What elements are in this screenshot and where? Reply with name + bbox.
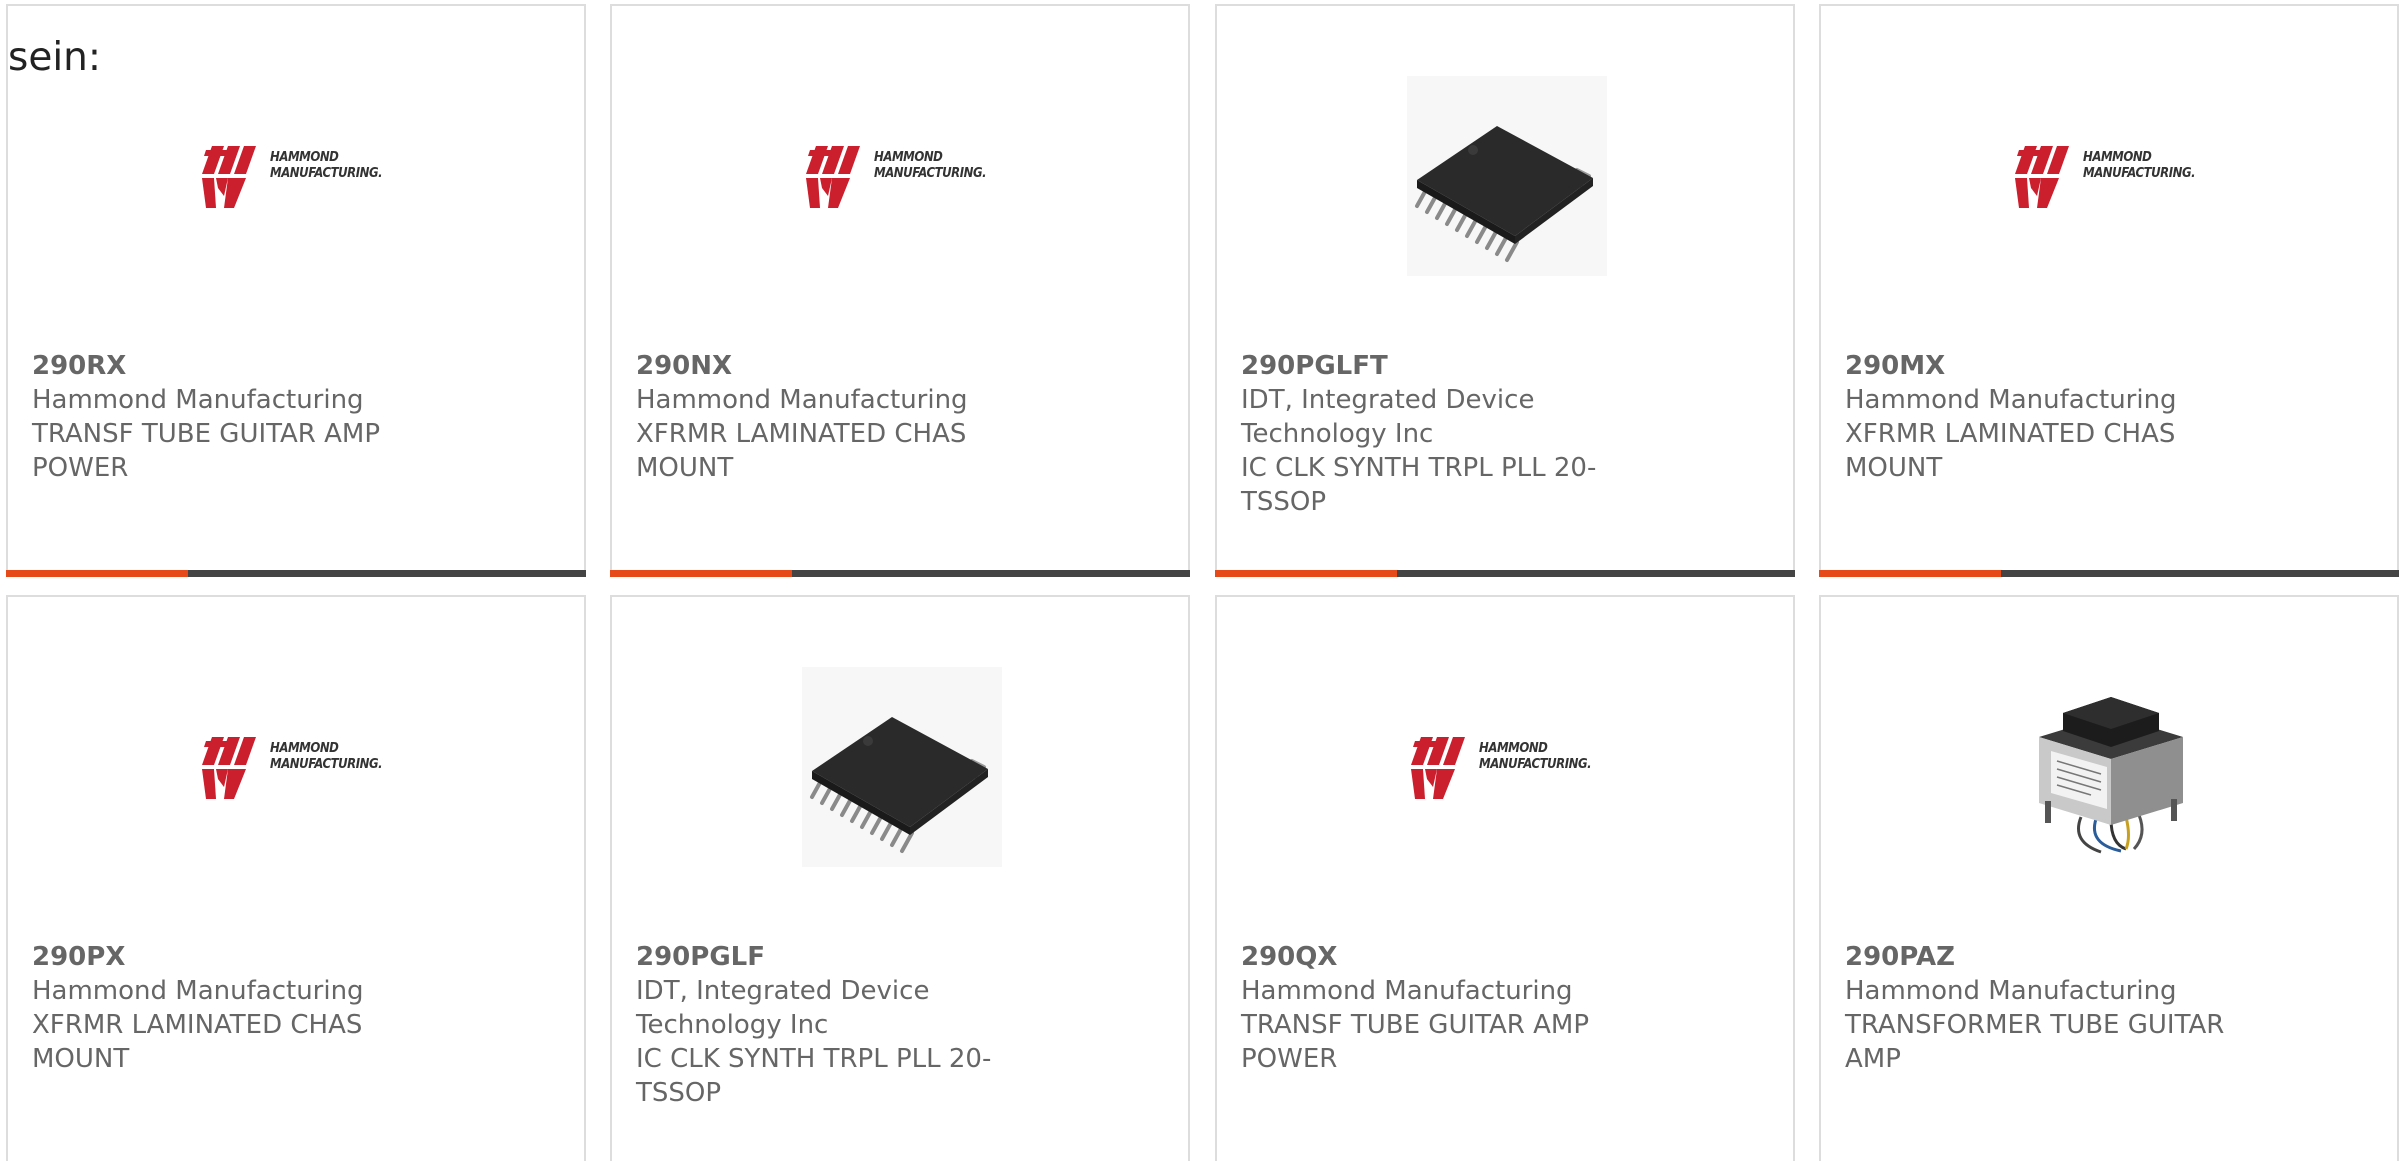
card-bottom-bar	[6, 570, 586, 577]
card-bottom-bar	[610, 570, 1190, 577]
tssop-chip-image	[1407, 76, 1607, 276]
logo-line-1: HAMMOND	[2083, 150, 2152, 165]
product-part-number[interactable]: 290QX	[1241, 940, 1641, 974]
product-info: 290PGLF IDT, Integrated Device Technology…	[636, 940, 1036, 1110]
product-info: 290QX Hammond Manufacturing TRANSF TUBE GU…	[1241, 940, 1641, 1076]
product-info: 290NX Hammond Manufacturing XFRMR LAMINATE…	[636, 349, 1036, 485]
product-card[interactable]: HAMMOND MANUFACTURING. 290MX Hammond Manu…	[1819, 4, 2399, 577]
logo-line-1: HAMMOND	[1479, 741, 1548, 756]
product-image[interactable]	[1407, 76, 1607, 276]
hammond-logo-image: HAMMOND MANUFACTURING.	[1407, 729, 1607, 805]
card-bottom-bar	[1819, 570, 2399, 577]
card-accent-bar	[1819, 570, 2001, 577]
card-accent-bar	[6, 570, 188, 577]
tssop-chip-image	[802, 667, 1002, 867]
hammond-logo-image: HAMMOND MANUFACTURING.	[2011, 138, 2211, 214]
product-part-number[interactable]: 290RX	[32, 349, 432, 383]
product-image[interactable]: HAMMOND MANUFACTURING.	[198, 76, 398, 276]
product-image[interactable]	[2011, 667, 2211, 867]
product-part-number[interactable]: 290PX	[32, 940, 432, 974]
hammond-logo-image: HAMMOND MANUFACTURING.	[802, 138, 1002, 214]
product-part-number[interactable]: 290PGLFT	[1241, 349, 1641, 383]
product-card[interactable]: HAMMOND MANUFACTURING. 290NX Hammond Manu…	[610, 4, 1190, 577]
product-manufacturer: Hammond Manufacturing	[636, 385, 968, 415]
product-manufacturer: Hammond Manufacturing	[32, 385, 364, 415]
logo-line-2: MANUFACTURING.	[874, 166, 987, 181]
logo-line-1: HAMMOND	[270, 150, 339, 165]
product-part-number[interactable]: 290PAZ	[1845, 940, 2245, 974]
product-card[interactable]: 290PGLFT IDT, Integrated Device Technolog…	[1215, 4, 1795, 577]
product-info: 290PGLFT IDT, Integrated Device Technolog…	[1241, 349, 1641, 519]
hammond-logo-image: HAMMOND MANUFACTURING.	[198, 138, 398, 214]
product-description: TRANSF TUBE GUITAR AMP POWER	[32, 419, 381, 483]
card-bottom-bar	[1215, 570, 1795, 577]
logo-line-2: MANUFACTURING.	[2083, 166, 2196, 181]
product-card[interactable]: 290PAZ Hammond Manufacturing TRANSFORMER T…	[1819, 595, 2399, 1161]
product-part-number[interactable]: 290NX	[636, 349, 1036, 383]
product-description: XFRMR LAMINATED CHAS MOUNT	[32, 1010, 363, 1074]
product-description: TRANSFORMER TUBE GUITAR AMP	[1845, 1010, 2225, 1074]
product-manufacturer: Hammond Manufacturing	[32, 976, 364, 1006]
product-info: 290PX Hammond Manufacturing XFRMR LAMINATE…	[32, 940, 432, 1076]
logo-line-1: HAMMOND	[874, 150, 943, 165]
product-description: XFRMR LAMINATED CHAS MOUNT	[636, 419, 967, 483]
product-grid-page: sein: HAMMOND MANUFACTURING. 290RX Hammon…	[0, 0, 2400, 1161]
product-manufacturer: Hammond Manufacturing	[1241, 976, 1573, 1006]
section-heading: sein:	[8, 35, 102, 80]
product-description: XFRMR LAMINATED CHAS MOUNT	[1845, 419, 2176, 483]
logo-line-2: MANUFACTURING.	[270, 166, 383, 181]
product-info: 290RX Hammond Manufacturing TRANSF TUBE GU…	[32, 349, 432, 485]
product-description: TRANSF TUBE GUITAR AMP POWER	[1241, 1010, 1590, 1074]
product-image[interactable]: HAMMOND MANUFACTURING.	[802, 76, 1002, 276]
product-manufacturer: Hammond Manufacturing	[1845, 385, 2177, 415]
product-part-number[interactable]: 290MX	[1845, 349, 2245, 383]
product-image[interactable]	[802, 667, 1002, 867]
product-manufacturer: IDT, Integrated Device Technology Inc	[636, 976, 930, 1040]
hammond-logo-image: HAMMOND MANUFACTURING.	[198, 729, 398, 805]
logo-line-2: MANUFACTURING.	[1479, 757, 1592, 772]
product-card[interactable]: HAMMOND MANUFACTURING. 290PX Hammond Manu…	[6, 595, 586, 1161]
product-image[interactable]: HAMMOND MANUFACTURING.	[198, 667, 398, 867]
product-info: 290PAZ Hammond Manufacturing TRANSFORMER T…	[1845, 940, 2245, 1076]
product-card[interactable]: 290PGLF IDT, Integrated Device Technology…	[610, 595, 1190, 1161]
product-info: 290MX Hammond Manufacturing XFRMR LAMINATE…	[1845, 349, 2245, 485]
product-description: IC CLK SYNTH TRPL PLL 20-TSSOP	[1241, 453, 1597, 517]
logo-line-1: HAMMOND	[270, 741, 339, 756]
product-image[interactable]: HAMMOND MANUFACTURING.	[1407, 667, 1607, 867]
product-description: IC CLK SYNTH TRPL PLL 20-TSSOP	[636, 1044, 992, 1108]
product-part-number[interactable]: 290PGLF	[636, 940, 1036, 974]
product-card[interactable]: HAMMOND MANUFACTURING. 290QX Hammond Manu…	[1215, 595, 1795, 1161]
transformer-image	[2011, 667, 2211, 867]
card-accent-bar	[1215, 570, 1397, 577]
product-manufacturer: IDT, Integrated Device Technology Inc	[1241, 385, 1535, 449]
product-manufacturer: Hammond Manufacturing	[1845, 976, 2177, 1006]
product-card[interactable]: HAMMOND MANUFACTURING. 290RX Hammond Manu…	[6, 4, 586, 577]
product-image[interactable]: HAMMOND MANUFACTURING.	[2011, 76, 2211, 276]
logo-line-2: MANUFACTURING.	[270, 757, 383, 772]
card-accent-bar	[610, 570, 792, 577]
